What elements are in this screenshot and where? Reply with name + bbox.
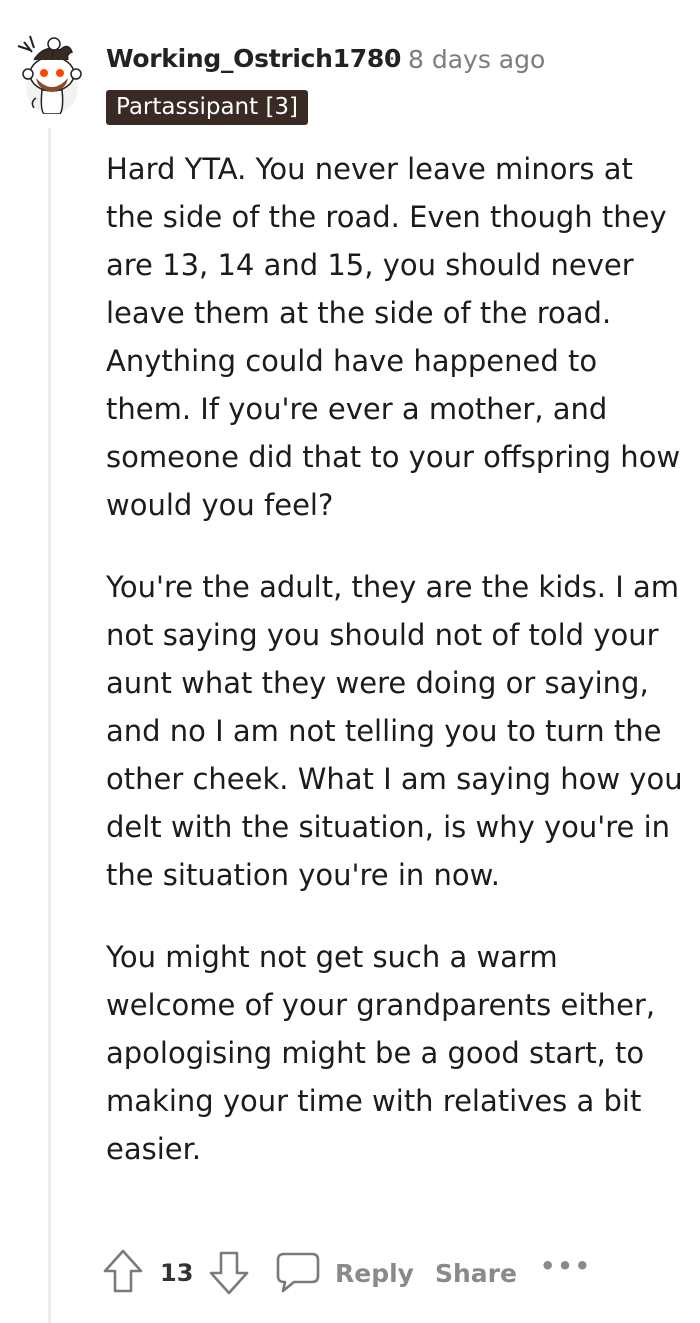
comment-timestamp[interactable]: 8 days ago [408, 45, 545, 74]
comment-body: Hard YTA. You never leave minors at the … [106, 145, 686, 1207]
reply-label[interactable]: Reply [335, 1259, 414, 1288]
share-button[interactable]: Share [435, 1259, 517, 1288]
comment-actions: 13 Reply Share ••• [100, 1246, 600, 1302]
vote-count: 13 [160, 1259, 194, 1287]
comment-paragraph: You're the adult, they are the kids. I a… [106, 570, 683, 892]
more-options-icon[interactable]: ••• [540, 1252, 592, 1280]
thread-line[interactable] [48, 128, 51, 1323]
reply-button[interactable] [274, 1246, 322, 1298]
downvote-button[interactable] [206, 1246, 252, 1298]
upvote-button[interactable] [100, 1246, 146, 1298]
user-avatar[interactable] [14, 30, 86, 115]
comment-paragraph: Hard YTA. You never leave minors at the … [106, 152, 681, 522]
meta-separator: · [388, 44, 396, 73]
speech-bubble-icon [276, 1252, 320, 1293]
user-flair: Partassipant [3] [106, 90, 309, 125]
arrow-down-icon [209, 1251, 249, 1295]
arrow-up-icon [103, 1249, 143, 1293]
snoo-avatar-icon [17, 35, 82, 115]
comment-username[interactable]: Working_Ostrich1780 [106, 44, 401, 73]
comment-paragraph: You might not get such a warm welcome of… [106, 940, 656, 1166]
